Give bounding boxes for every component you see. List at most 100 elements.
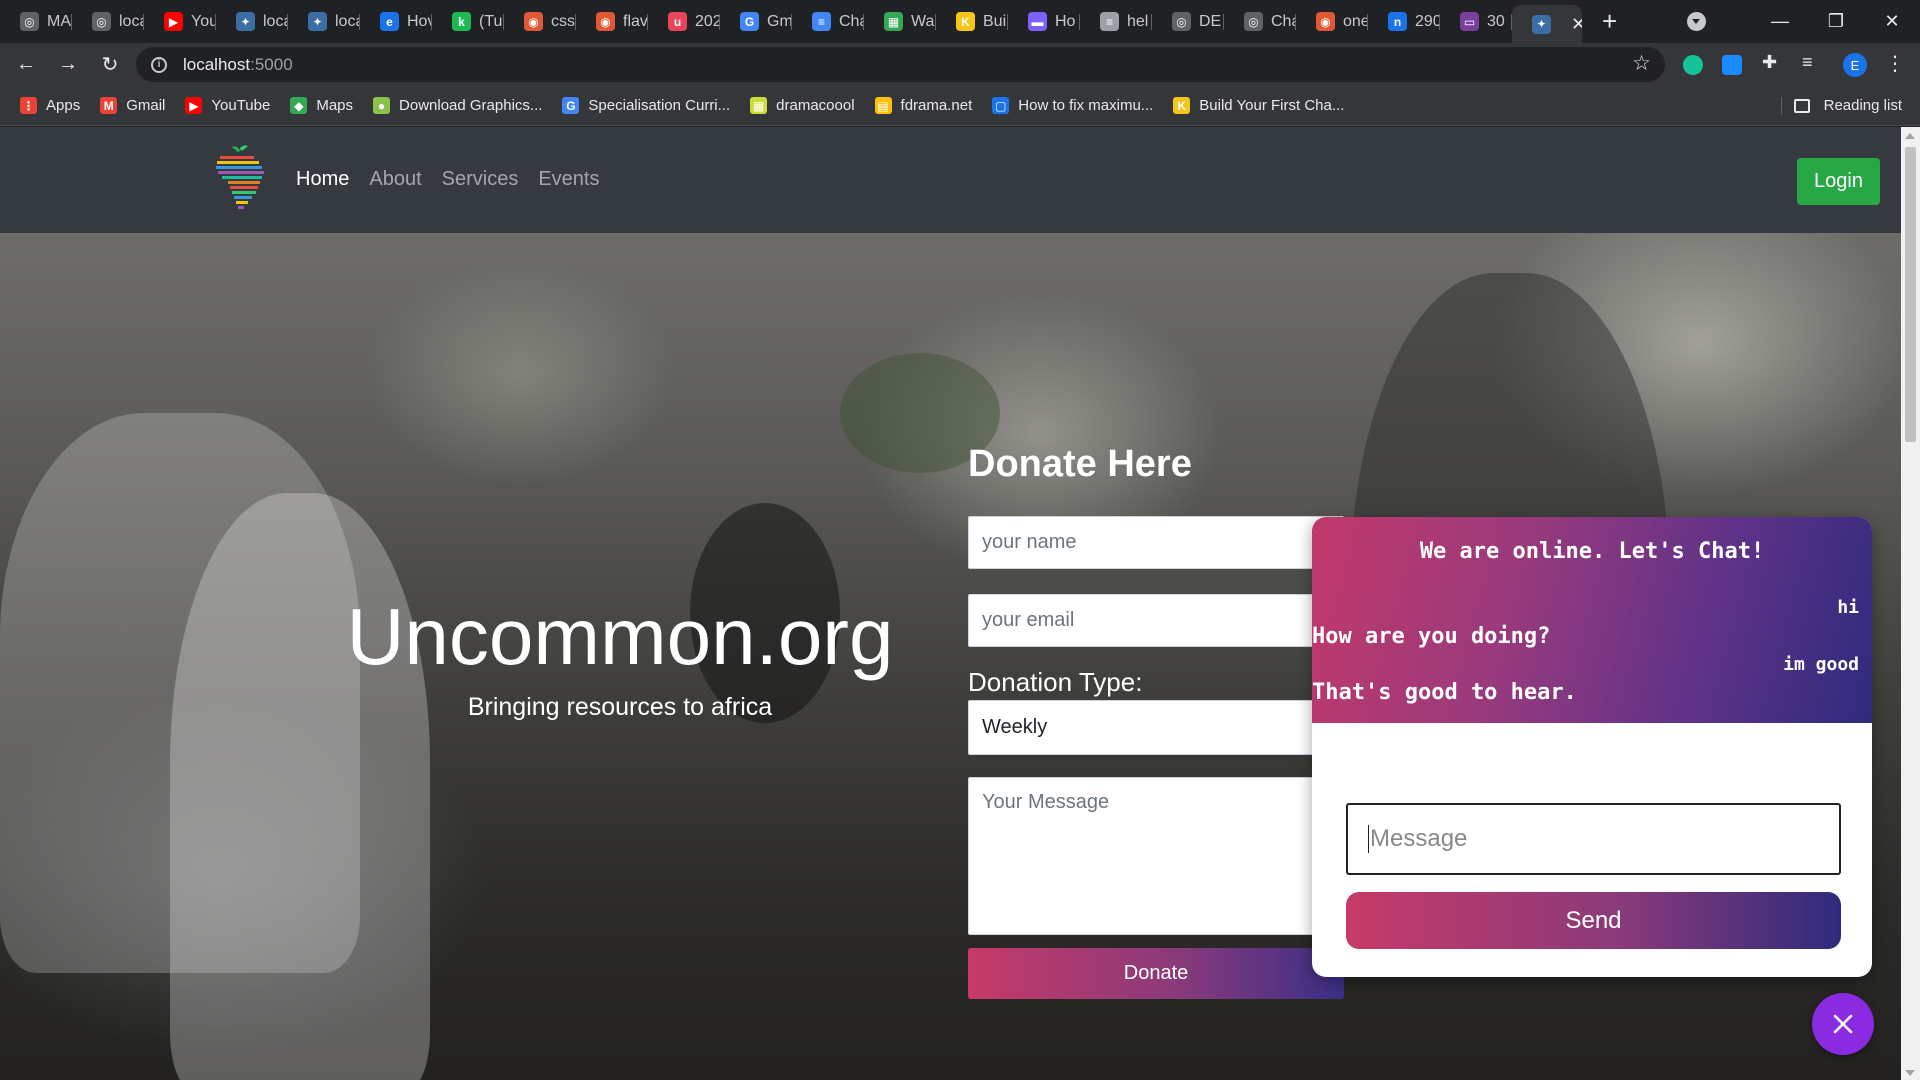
browser-tab[interactable]: ▶ You <box>144 5 216 39</box>
tab-favicon-icon: ▦ <box>884 12 903 31</box>
reload-icon[interactable]: ↻ <box>90 52 130 77</box>
k-site-icon: K <box>1173 97 1191 114</box>
tab-favicon-icon: ✦ <box>308 12 327 31</box>
chat-message-input[interactable]: Message <box>1346 803 1841 875</box>
tab-favicon-icon: ≡ <box>1100 12 1119 31</box>
scroll-down-arrow-icon[interactable] <box>1905 1070 1915 1076</box>
donor-email-input[interactable]: your email <box>968 594 1344 647</box>
site-navbar: Home About Services Events Login <box>0 127 1901 233</box>
uncommon-logo-icon: ✦ <box>1532 14 1551 34</box>
minimize-button[interactable]: — <box>1752 11 1808 32</box>
url-text: localhost:5000 <box>183 54 293 74</box>
browser-tab[interactable]: ✦loca <box>216 5 288 39</box>
bookmark-item[interactable]: M Gmail <box>100 97 165 114</box>
page-icon: ▢ <box>992 97 1010 114</box>
tab-favicon-icon: ◎ <box>1172 12 1191 31</box>
browser-tab[interactable]: eHov <box>360 5 432 39</box>
browser-toolbar: ← → ↻ i localhost:5000 ☆ ✚ ≡ E ⋮ <box>0 43 1920 86</box>
close-window-button[interactable]: ✕ <box>1864 11 1920 32</box>
bookmark-item[interactable]: ● Download Graphics... <box>373 97 542 114</box>
forward-arrow-icon[interactable]: → <box>48 53 88 76</box>
nav-about-link[interactable]: About <box>369 168 421 191</box>
browser-tab[interactable]: ◉ flav <box>576 5 648 39</box>
chat-toggle-button[interactable] <box>1812 993 1874 1055</box>
address-bar[interactable]: i localhost:5000 ☆ <box>136 47 1665 82</box>
browser-tab[interactable]: G Gm <box>720 5 792 39</box>
tab-favicon-icon: ▬ <box>1028 12 1047 31</box>
chat-message-user: hi <box>1837 597 1859 618</box>
donation-message-textarea[interactable]: Your Message <box>968 777 1344 935</box>
back-arrow-icon[interactable]: ← <box>6 53 46 76</box>
browser-tab[interactable]: ▦ Wa <box>864 5 936 39</box>
bookmark-item[interactable]: K Build Your First Cha... <box>1173 97 1344 114</box>
nav-services-link[interactable]: Services <box>442 168 519 191</box>
media-control-icon[interactable]: ≡ <box>1802 52 1822 72</box>
reading-list-button[interactable]: Reading list <box>1793 97 1902 114</box>
browser-tab[interactable]: ◎ MA <box>0 5 72 39</box>
scroll-up-arrow-icon[interactable] <box>1905 133 1915 139</box>
browser-tab[interactable]: n 290 <box>1368 5 1440 39</box>
tab-strip: ◎MA ◎loca ▶You ✦loca ✦loca eHov k(Tu ◉cs… <box>0 0 1920 43</box>
tab-favicon-icon: ▭ <box>1460 12 1479 31</box>
browser-tab[interactable]: ◉ css <box>504 5 576 39</box>
close-icon <box>1833 1014 1853 1034</box>
google-icon: G <box>562 97 580 114</box>
new-tab-button[interactable]: + <box>1602 6 1632 37</box>
tab-favicon-icon: n <box>1388 12 1407 31</box>
africa-logo-icon[interactable] <box>214 144 266 212</box>
youtube-icon: ▶ <box>185 97 203 114</box>
reading-list-icon <box>1793 98 1810 113</box>
nav-home-link[interactable]: Home <box>296 168 349 191</box>
main-nav-links: Home About Services Events <box>296 168 619 191</box>
extension-icon[interactable] <box>1722 55 1742 75</box>
bookmark-item[interactable]: ▶ YouTube <box>185 97 270 114</box>
browser-tab[interactable]: ◎Cha <box>1224 5 1296 39</box>
browser-tab[interactable]: ▭ 30 <box>1440 5 1512 39</box>
browser-tab[interactable]: ▬ Ho <box>1008 5 1080 39</box>
chat-widget: We are online. Let's Chat! hi How are yo… <box>1312 517 1872 977</box>
maximize-button[interactable]: ❐ <box>1808 11 1864 32</box>
grammarly-extension-icon[interactable] <box>1683 55 1703 75</box>
chat-message-bot: That's good to hear. <box>1312 680 1577 705</box>
browser-tab[interactable]: u 202 <box>648 5 720 39</box>
browser-tab[interactable]: ✦loca <box>288 5 360 39</box>
site-info-icon[interactable]: i <box>151 56 167 73</box>
puzzle-extensions-icon[interactable]: ✚ <box>1762 52 1782 72</box>
bookmark-star-icon[interactable]: ☆ <box>1632 51 1651 76</box>
chat-message-user: im good <box>1783 654 1859 675</box>
browser-tab[interactable]: K Bui <box>936 5 1008 39</box>
profile-avatar[interactable]: E <box>1843 53 1867 77</box>
browser-menu-icon[interactable]: ⋮ <box>1885 51 1905 76</box>
donation-type-label: Donation Type: <box>968 667 1143 697</box>
browser-tab[interactable]: ≡ hel <box>1080 5 1152 39</box>
tab-search-icon[interactable] <box>1687 12 1706 31</box>
donor-name-input[interactable]: your name <box>968 516 1344 569</box>
graphics-site-icon: ● <box>373 97 391 114</box>
tab-favicon-icon: G <box>740 12 759 31</box>
tab-favicon-icon: e <box>380 12 399 31</box>
active-browser-tab[interactable]: ✦ ✕ <box>1512 5 1582 43</box>
bookmark-item[interactable]: ⋮ Apps <box>20 97 80 114</box>
browser-tab[interactable]: ≡Cha <box>792 5 864 39</box>
bookmark-item[interactable]: ▤ fdrama.net <box>874 97 972 114</box>
tab-favicon-icon: k <box>452 12 471 31</box>
bookmark-item[interactable]: G Specialisation Curri... <box>562 97 730 114</box>
bookmark-item[interactable]: ◆ Maps <box>290 97 353 114</box>
browser-tab[interactable]: ◉ one <box>1296 5 1368 39</box>
donate-button[interactable]: Donate <box>968 948 1344 999</box>
bookmark-item[interactable]: ▢ How to fix maximu... <box>992 97 1153 114</box>
page-scrollbar[interactable] <box>1901 127 1920 1080</box>
close-tab-icon[interactable]: ✕ <box>1571 14 1582 35</box>
browser-tab[interactable]: ◎loca <box>72 5 144 39</box>
gmail-icon: M <box>100 97 118 114</box>
browser-tab[interactable]: ◎ DE <box>1152 5 1224 39</box>
chat-message-bot: How are you doing? <box>1312 624 1551 649</box>
bookmark-item[interactable]: ▦ dramacoool <box>750 97 855 114</box>
scrollbar-thumb[interactable] <box>1905 147 1916 442</box>
chat-send-button[interactable]: Send <box>1346 892 1841 949</box>
nav-events-link[interactable]: Events <box>538 168 599 191</box>
tab-favicon-icon: ◉ <box>1316 12 1335 31</box>
donation-type-select[interactable]: Weekly <box>968 700 1344 755</box>
login-button[interactable]: Login <box>1797 158 1880 205</box>
browser-tab[interactable]: k (Tu <box>432 5 504 39</box>
